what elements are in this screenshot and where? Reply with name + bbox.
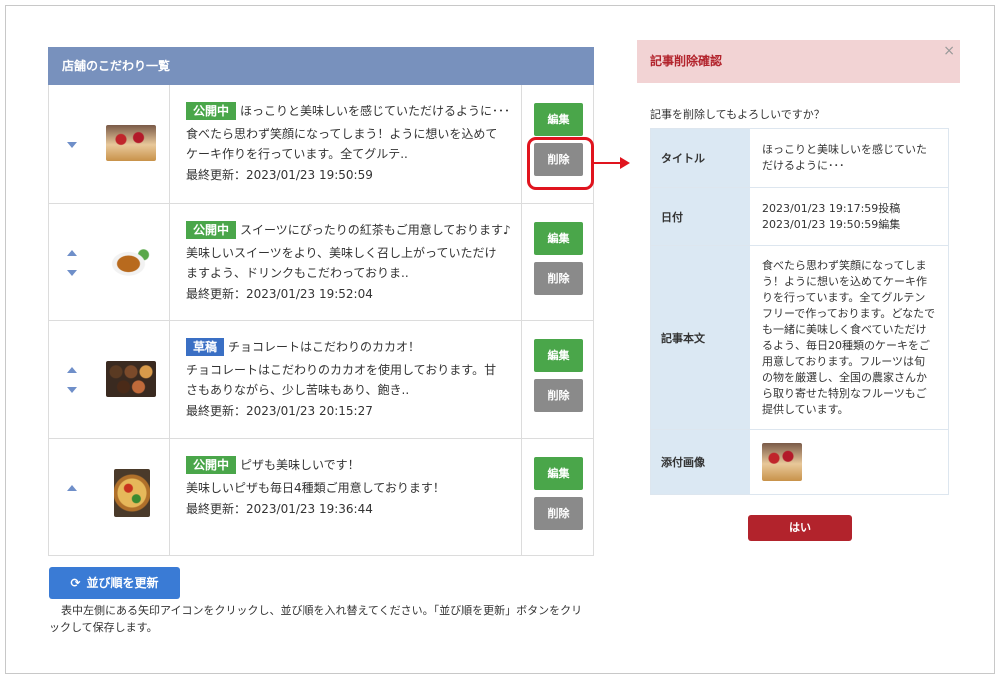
post-body-cell: 草稿 チョコレートはこだわりのカカオ！ チョコレートはこだわりのカカオを使用してお… [170, 321, 522, 438]
status-badge: 草稿 [186, 338, 225, 356]
image-cell [92, 321, 170, 438]
delete-highlight-annotation [527, 137, 594, 190]
delete-button[interactable]: 削除 [534, 261, 583, 295]
post-detail-table: タイトル ほっこりと美味しいを感じていただけるように･･･ 日付 2023/01… [650, 128, 949, 495]
post-updated: 最終更新：2023/01/23 20:15:27 [186, 404, 373, 418]
status-badge: 公開中 [186, 102, 237, 120]
post-title-line: 公開中 ピザも美味しいです！ [186, 455, 521, 474]
detail-row-image: 添付画像 [651, 429, 948, 494]
edit-button[interactable]: 編集 [534, 339, 583, 372]
delete-button[interactable]: 削除 [534, 496, 583, 530]
post-table: 公開中 ほっこりと美味しいを感じていただけるように･･･ 食べたら思わず笑顔になっ… [48, 85, 594, 556]
delete-button[interactable]: 削除 [534, 379, 583, 412]
edit-button[interactable]: 編集 [534, 103, 583, 136]
update-order-label: 並び順を更新 [86, 576, 159, 590]
image-cell [92, 203, 170, 320]
post-title: チョコレートはこだわりのカカオ！ [228, 340, 421, 354]
table-row: 草稿 チョコレートはこだわりのカカオ！ チョコレートはこだわりのカカオを使用してお… [49, 320, 593, 438]
detail-label: タイトル [651, 129, 750, 187]
post-excerpt: チョコレートはこだわりのカカオを使用しております。甘さもありながら、少し苦味もあ… [186, 363, 497, 397]
detail-label: 日付 [651, 188, 750, 245]
help-text: 表中左側にある矢印アイコンをクリックし、並び順を入れ替えてください。「並び順を更… [49, 604, 583, 634]
post-list-panel: 店舗のこだわり一覧 公開中 ほっこりと美味しいを感じていただけるように･･･ 食べ… [48, 47, 594, 556]
move-cell [49, 85, 92, 203]
move-cell [49, 321, 92, 438]
edit-button[interactable]: 編集 [534, 456, 583, 490]
post-title-line: 草稿 チョコレートはこだわりのカカオ！ [186, 338, 521, 356]
date-posted: 2023/01/23 19:17:59投稿 [762, 201, 901, 215]
table-row: 公開中 ピザも美味しいです！ 美味しいピザも毎日4種類ご用意しております！ 最終更… [49, 437, 594, 556]
post-updated: 最終更新：2023/01/23 19:52:04 [186, 286, 373, 301]
post-excerpt: 美味しいスイーツをより、美味しく召し上がっていただけますよう、ドリンクもこだわっ… [186, 245, 497, 280]
confirm-message: 記事を削除してもよろしいですか？ [650, 108, 825, 121]
post-body-cell: 公開中 ピザも美味しいです！ 美味しいピザも毎日4種類ご用意しております！ 最終更… [170, 438, 522, 555]
delete-confirm-modal: 記事削除確認 × 記事を削除してもよろしいですか？ タイトル ほっこりと美味しい… [637, 40, 960, 560]
modal-title: 記事削除確認 [637, 40, 960, 83]
ops-cell: 編集 削除 [522, 321, 594, 438]
close-icon[interactable]: × [943, 43, 955, 59]
move-up-icon[interactable] [67, 484, 77, 491]
detail-value [750, 430, 948, 494]
post-title: ピザも美味しいです！ [240, 457, 360, 472]
move-down-icon[interactable] [67, 387, 77, 393]
post-excerpt: 美味しいピザも毎日4種類ご用意しております！ [186, 480, 445, 495]
table-row: 公開中 スイーツにぴったりの紅茶もご用意しております♪ 美味しいスイーツをより、美… [49, 202, 594, 321]
post-body-cell: 公開中 ほっこりと美味しいを感じていただけるように･･･ 食べたら思わず笑顔になっ… [170, 85, 522, 203]
move-up-icon[interactable] [67, 367, 77, 373]
sweets-image [106, 361, 156, 397]
detail-row-date: 日付 2023/01/23 19:17:59投稿 2023/01/23 19:5… [651, 187, 948, 245]
detail-value: 2023/01/23 19:17:59投稿 2023/01/23 19:50:5… [750, 188, 948, 245]
post-updated: 最終更新：2023/01/23 19:36:44 [186, 501, 373, 516]
post-body-cell: 公開中 スイーツにぴったりの紅茶もご用意しております♪ 美味しいスイーツをより、美… [170, 203, 522, 320]
cake-image [762, 443, 802, 481]
tea-image [106, 243, 156, 280]
ops-cell: 編集 削除 [522, 204, 594, 321]
detail-value: ほっこりと美味しいを感じていただけるように･･･ [762, 143, 927, 172]
edit-button[interactable]: 編集 [534, 221, 583, 255]
move-up-icon[interactable] [67, 249, 77, 256]
update-order-button[interactable]: ⟳ 並び順を更新 [49, 567, 180, 599]
move-down-icon[interactable] [67, 142, 77, 148]
detail-row-title: タイトル ほっこりと美味しいを感じていただけるように･･･ [651, 129, 948, 187]
status-badge: 公開中 [186, 220, 237, 239]
refresh-icon: ⟳ [70, 576, 81, 590]
confirm-yes-button[interactable]: はい [748, 515, 852, 541]
callout-arrow-line [594, 162, 622, 164]
move-down-icon[interactable] [67, 269, 77, 276]
move-cell [49, 204, 92, 321]
pizza-image [114, 468, 150, 517]
detail-label: 記事本文 [651, 246, 750, 429]
image-cell [92, 85, 170, 203]
detail-row-body: 記事本文 食べたら思わず笑顔になってしまう！ように想いを込めてケーキ作りを行って… [651, 245, 948, 429]
image-cell [92, 438, 170, 555]
move-cell [49, 439, 92, 556]
table-row: 公開中 ほっこりと美味しいを感じていただけるように･･･ 食べたら思わず笑顔になっ… [49, 85, 593, 203]
status-badge: 公開中 [186, 455, 237, 474]
callout-arrow-icon [620, 157, 630, 169]
detail-value: 食べたら思わず笑顔になってしまう！ように想いを込めてケーキ作りを行っています。全… [762, 258, 936, 416]
post-title-line: 公開中 ほっこりと美味しいを感じていただけるように･･･ [186, 102, 521, 120]
post-excerpt: 食べたら思わず笑顔になってしまう！ように想いを込めてケーキ作りを行っています。全… [186, 127, 498, 161]
detail-label: 添付画像 [651, 430, 750, 494]
post-title: スイーツにぴったりの紅茶もご用意しております♪ [240, 222, 511, 237]
date-edited: 2023/01/23 19:50:59編集 [762, 217, 901, 231]
post-updated: 最終更新：2023/01/23 19:50:59 [186, 168, 373, 182]
list-header: 店舗のこだわり一覧 [48, 47, 594, 85]
ops-cell: 編集 削除 [522, 439, 594, 556]
cake-image [106, 125, 156, 161]
post-title-line: 公開中 スイーツにぴったりの紅茶もご用意しております♪ [186, 220, 521, 239]
post-title: ほっこりと美味しいを感じていただけるように･･･ [240, 104, 511, 118]
